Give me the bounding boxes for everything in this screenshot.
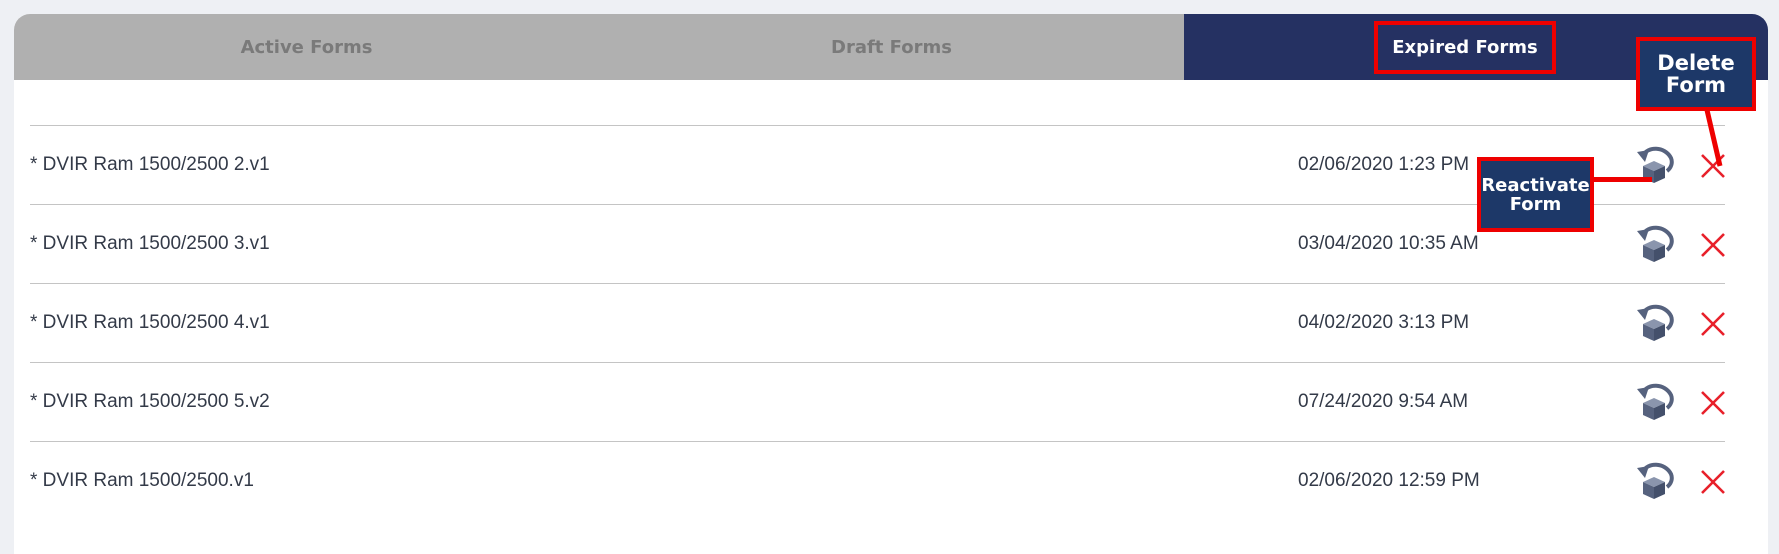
callout-text: Form [1509, 193, 1562, 215]
form-name: * DVIR Ram 1500/2500.v1 [30, 470, 254, 491]
tab-label: Expired Forms [1374, 20, 1556, 74]
form-row: * DVIR Ram 1500/2500 3.v1 03/04/2020 10:3… [30, 204, 1725, 283]
form-date: 07/24/2020 9:54 AM [1298, 391, 1469, 412]
delete-x-icon[interactable] [1700, 469, 1726, 495]
reactivate-icon[interactable] [1635, 302, 1675, 344]
tab-draft-forms[interactable]: Draft Forms [599, 14, 1184, 80]
reactivate-callout-connector [1594, 177, 1652, 182]
form-date: 02/06/2020 1:23 PM [1298, 154, 1470, 175]
reactivate-icon[interactable] [1635, 223, 1675, 265]
form-row: * DVIR Ram 1500/2500.v1 02/06/2020 12:59 … [30, 441, 1725, 520]
form-name: * DVIR Ram 1500/2500 4.v1 [30, 312, 270, 333]
form-name: * DVIR Ram 1500/2500 2.v1 [30, 154, 270, 175]
form-row: * DVIR Ram 1500/2500 4.v1 04/02/2020 3:13… [30, 283, 1725, 362]
form-name: * DVIR Ram 1500/2500 5.v2 [30, 391, 270, 412]
reactivate-icon[interactable] [1635, 460, 1675, 502]
form-row: * DVIR Ram 1500/2500 2.v1 02/06/2020 1:23… [30, 125, 1725, 204]
delete-x-icon[interactable] [1700, 232, 1726, 258]
callout-text: Delete [1657, 51, 1735, 75]
callout-text: Reactivate [1481, 174, 1590, 196]
expired-forms-list: * DVIR Ram 1500/2500 2.v1 02/06/2020 1:23… [30, 125, 1725, 520]
tab-label: Active Forms [240, 36, 373, 58]
reactivate-form-callout: Reactivate Form [1477, 157, 1594, 232]
form-row: * DVIR Ram 1500/2500 5.v2 07/24/2020 9:54… [30, 362, 1725, 441]
tab-active-forms[interactable]: Active Forms [14, 14, 599, 80]
form-name: * DVIR Ram 1500/2500 3.v1 [30, 233, 270, 254]
delete-x-icon[interactable] [1700, 390, 1726, 416]
form-tabs: Active Forms Draft Forms Expired Forms [14, 14, 1768, 80]
form-date: 03/04/2020 10:35 AM [1298, 233, 1479, 254]
reactivate-icon[interactable] [1635, 381, 1675, 423]
form-date: 02/06/2020 12:59 PM [1298, 470, 1480, 491]
delete-callout-connector [1704, 109, 1723, 167]
form-date: 04/02/2020 3:13 PM [1298, 312, 1470, 333]
delete-x-icon[interactable] [1700, 311, 1726, 337]
delete-form-callout: Delete Form [1636, 37, 1756, 111]
tab-label: Draft Forms [831, 36, 952, 58]
callout-text: Form [1665, 73, 1727, 97]
